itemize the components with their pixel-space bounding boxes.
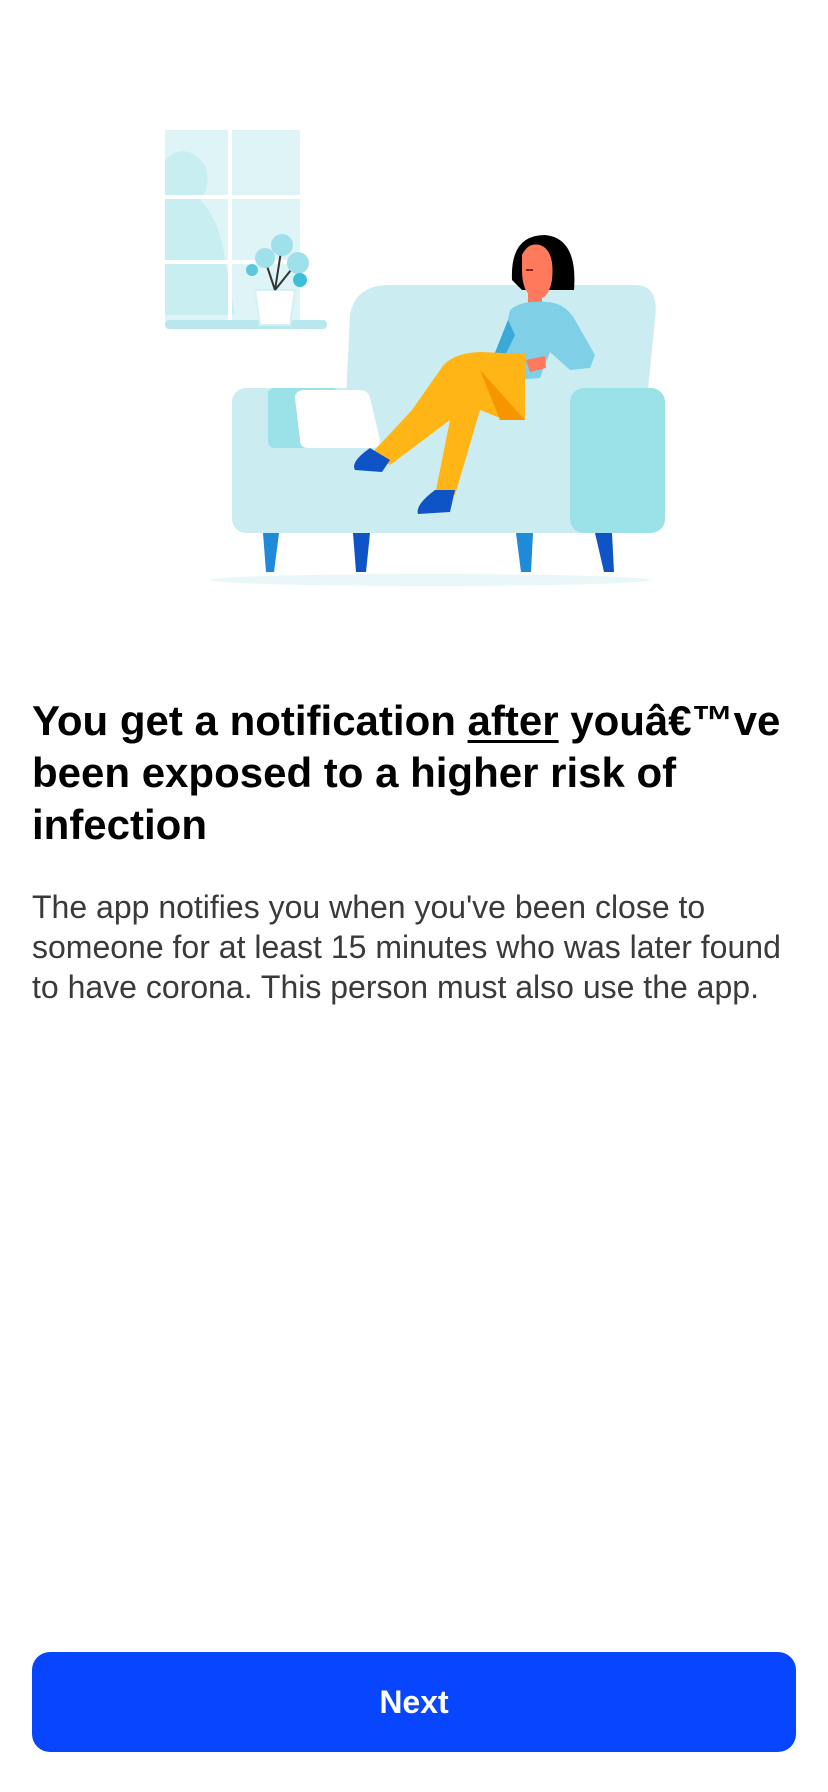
window-icon [165,130,327,329]
page-title: You get a notification after youâ€™ve be… [32,695,802,851]
woman-on-sofa-illustration [150,120,690,590]
page-title-part1: You get a notification [32,697,468,744]
description-text: The app notifies you when you've been cl… [32,889,781,1005]
page-title-emphasis: after [467,697,559,744]
next-button[interactable]: Next [32,1652,796,1752]
